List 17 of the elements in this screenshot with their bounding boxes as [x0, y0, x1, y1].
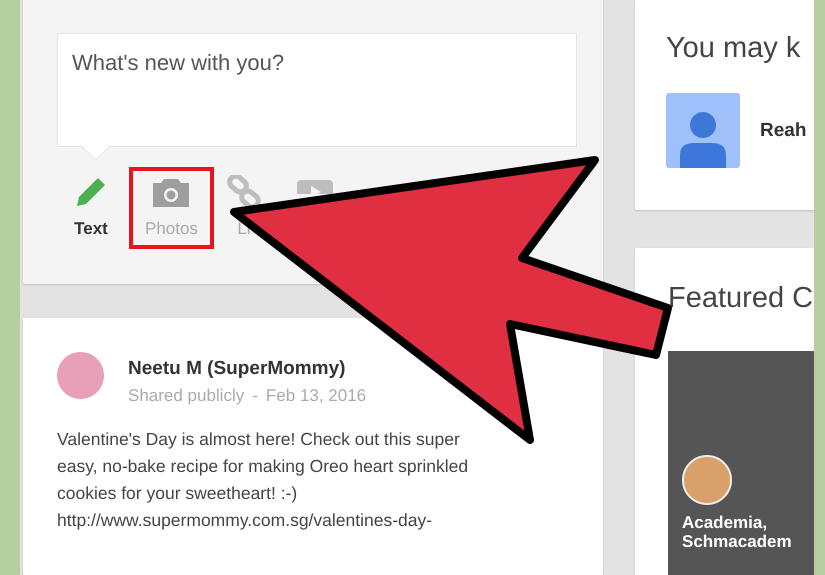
separator-text: - — [252, 386, 258, 406]
link-icon — [226, 175, 262, 209]
collection-tile[interactable]: Academia, Schmacadem — [668, 351, 814, 575]
pencil-icon — [74, 175, 108, 209]
post-text: Valentine's Day is almost here! Check out this super easy, no-bake recipe for making Oreo heart sprinkled cookies for your sweetheart! :-) http://www.supermommy.com.sg/valentines-day- — [57, 428, 470, 532]
suggestions-title: You may k — [666, 32, 802, 65]
text-post-button[interactable]: Text — [61, 167, 121, 249]
camera-icon — [151, 177, 192, 209]
video-icon — [296, 180, 334, 194]
collection-name: Academia, Schmacadem — [682, 513, 793, 551]
author-name[interactable]: Neetu M (SuperMommy) — [128, 358, 366, 380]
avatar-photo-placeholder — [57, 352, 104, 399]
collection-photo-placeholder — [682, 455, 732, 505]
person-avatar-icon — [666, 93, 740, 168]
visibility-text: Shared publicly — [128, 386, 244, 406]
featured-title: Featured C — [668, 282, 814, 315]
person-name[interactable]: Reah — [760, 120, 806, 142]
